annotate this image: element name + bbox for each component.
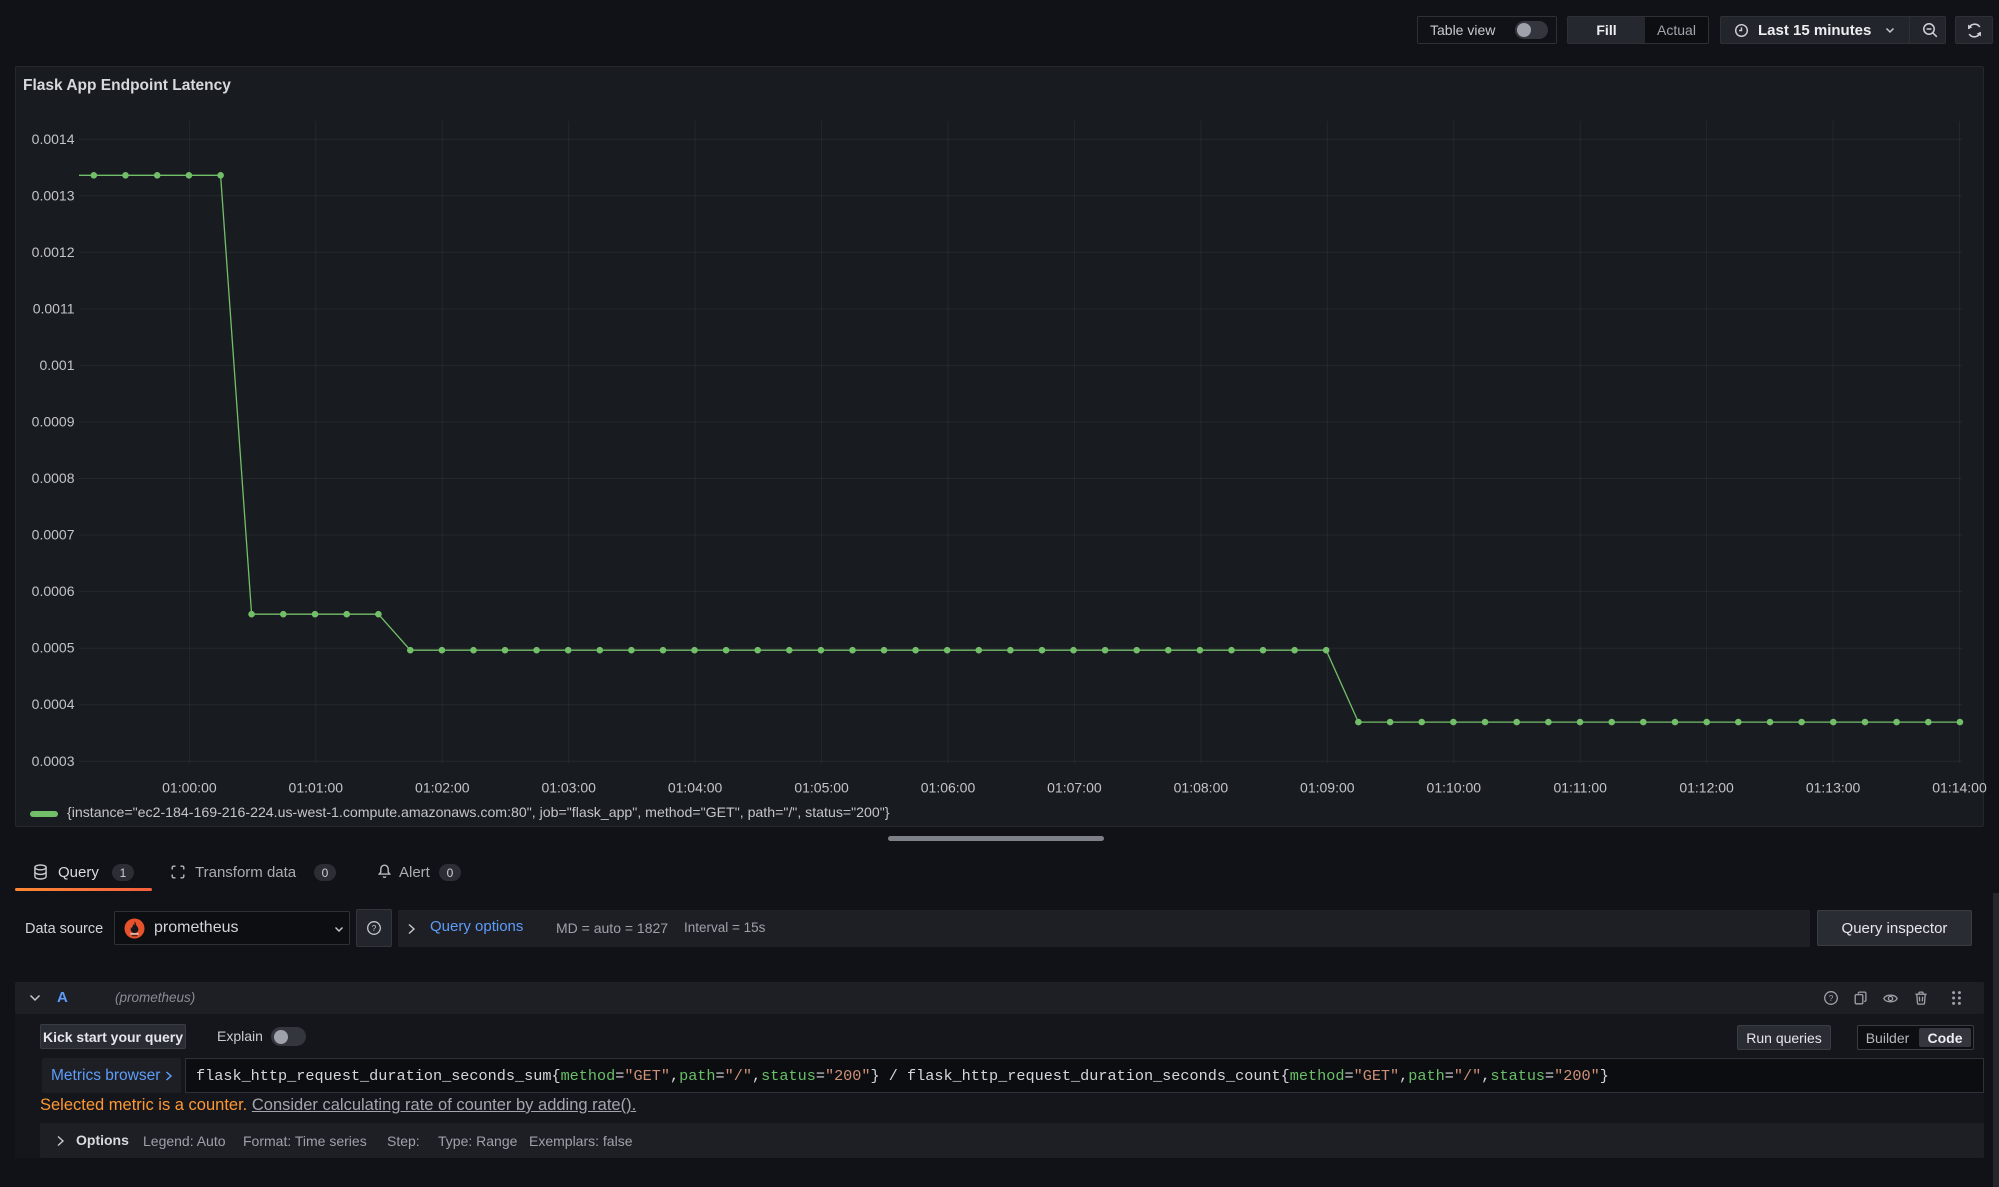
svg-text:0.0011: 0.0011 — [33, 300, 75, 316]
svg-text:0.0007: 0.0007 — [32, 527, 75, 543]
svg-text:0.001: 0.001 — [39, 357, 74, 373]
svg-text:01:08:00: 01:08:00 — [1174, 780, 1229, 796]
svg-text:01:11:00: 01:11:00 — [1553, 780, 1607, 796]
svg-text:01:00:00: 01:00:00 — [162, 780, 217, 796]
svg-text:0.0006: 0.0006 — [32, 583, 75, 599]
svg-text:0.0004: 0.0004 — [32, 696, 75, 712]
svg-text:01:07:00: 01:07:00 — [1047, 780, 1102, 796]
svg-text:01:03:00: 01:03:00 — [541, 780, 596, 796]
svg-text:01:12:00: 01:12:00 — [1679, 780, 1734, 796]
svg-text:0.0005: 0.0005 — [32, 640, 75, 656]
svg-text:01:13:00: 01:13:00 — [1806, 780, 1861, 796]
svg-text:0.0014: 0.0014 — [32, 131, 75, 147]
svg-text:01:01:00: 01:01:00 — [289, 780, 344, 796]
svg-text:0.0003: 0.0003 — [32, 753, 75, 769]
svg-text:01:05:00: 01:05:00 — [794, 780, 849, 796]
svg-text:01:02:00: 01:02:00 — [415, 780, 470, 796]
svg-text:01:09:00: 01:09:00 — [1300, 780, 1355, 796]
svg-text:01:10:00: 01:10:00 — [1427, 780, 1482, 796]
svg-text:01:14:00: 01:14:00 — [1932, 780, 1987, 796]
svg-text:?: ? — [1829, 993, 1834, 1003]
svg-text:0.0008: 0.0008 — [32, 470, 75, 486]
svg-text:01:04:00: 01:04:00 — [668, 780, 723, 796]
svg-text:0.0013: 0.0013 — [32, 187, 75, 203]
svg-text:?: ? — [372, 923, 377, 933]
svg-text:0.0009: 0.0009 — [32, 414, 75, 430]
svg-text:01:06:00: 01:06:00 — [921, 780, 976, 796]
svg-text:0.0012: 0.0012 — [32, 244, 75, 260]
